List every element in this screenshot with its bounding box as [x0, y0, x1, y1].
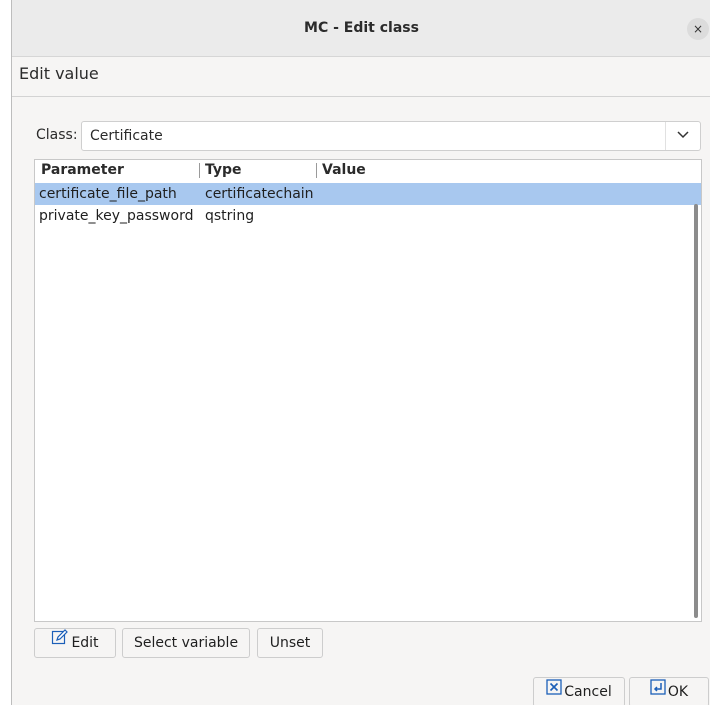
close-button[interactable]: × — [687, 18, 709, 40]
separator — [12, 96, 710, 97]
table-row[interactable]: private_key_password qstring — [35, 205, 701, 227]
ok-button[interactable]: OK — [629, 677, 709, 705]
column-divider[interactable] — [316, 163, 317, 178]
ok-button-label: OK — [667, 684, 689, 700]
class-combobox-value: Certificate — [90, 128, 163, 144]
table-row[interactable]: certificate_file_path certificatechain — [35, 183, 701, 205]
column-divider[interactable] — [199, 163, 200, 178]
column-header-parameter[interactable]: Parameter — [41, 162, 124, 178]
chevron-down-icon[interactable] — [665, 122, 700, 150]
section-title: Edit value — [19, 64, 99, 83]
unset-button-label: Unset — [269, 635, 311, 651]
parameters-table[interactable]: Parameter Type Value certificate_file_pa… — [34, 159, 702, 622]
unset-button[interactable]: Unset — [257, 628, 323, 658]
x-box-icon — [546, 677, 562, 705]
table-header: Parameter Type Value — [35, 160, 701, 182]
close-icon: × — [692, 22, 704, 36]
column-header-value[interactable]: Value — [322, 162, 366, 178]
edit-button[interactable]: Edit — [34, 628, 116, 658]
title-bar: MC - Edit class × — [12, 0, 710, 57]
class-combobox[interactable]: Certificate — [81, 121, 701, 151]
cancel-button-label: Cancel — [564, 684, 612, 700]
cell-type: certificatechain — [205, 186, 314, 202]
cancel-button[interactable]: Cancel — [533, 677, 625, 705]
cell-type: qstring — [205, 208, 255, 224]
edit-button-label: Edit — [71, 635, 99, 651]
column-header-type[interactable]: Type — [205, 162, 242, 178]
class-label: Class: — [36, 127, 78, 143]
cell-parameter: private_key_password — [39, 208, 194, 224]
edit-class-dialog: MC - Edit class × Edit value Class: Cert… — [11, 0, 710, 705]
window-title: MC - Edit class — [304, 20, 419, 36]
select-variable-button-label: Select variable — [133, 635, 239, 651]
cell-parameter: certificate_file_path — [39, 186, 177, 202]
select-variable-button[interactable]: Select variable — [122, 628, 250, 658]
pencil-icon — [51, 628, 69, 656]
vertical-scrollbar[interactable] — [694, 204, 698, 618]
enter-icon — [650, 677, 666, 705]
